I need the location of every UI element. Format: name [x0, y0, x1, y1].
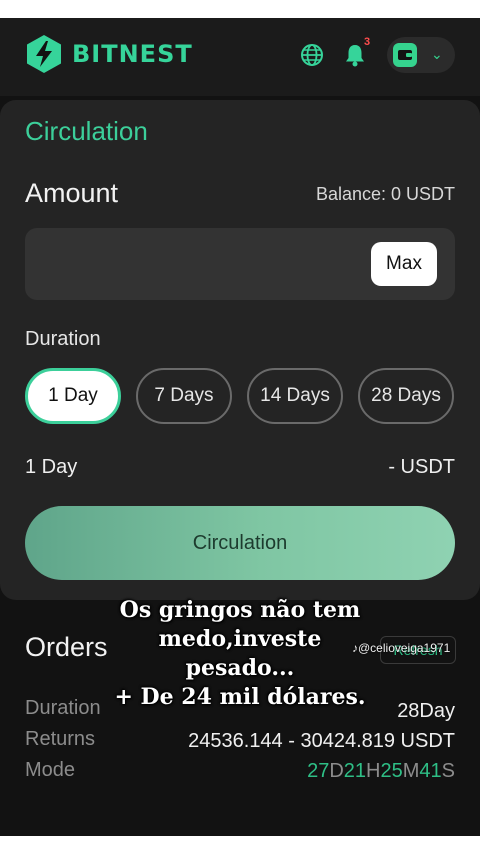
order-mode-countdown: 27D21H25M41S — [307, 760, 455, 783]
amount-input[interactable]: Max — [25, 228, 455, 300]
countdown-seconds: 41 — [419, 760, 442, 782]
countdown-days: 27 — [307, 760, 330, 782]
order-returns-label: Returns — [25, 728, 96, 750]
caption-line: Os gringos não tem — [119, 597, 361, 623]
bitnest-logo-icon — [27, 35, 61, 73]
duration-label: Duration — [25, 328, 101, 350]
order-mode-label: Mode — [25, 759, 76, 781]
circulation-button[interactable]: Circulation — [25, 506, 455, 580]
countdown-seconds-unit: S — [441, 760, 455, 782]
brand-name: BITNEST — [72, 40, 193, 68]
globe-icon[interactable] — [300, 43, 324, 67]
notification-badge: 3 — [364, 36, 371, 48]
estimated-return: - USDT — [388, 456, 455, 478]
chevron-down-icon[interactable]: ⌄ — [431, 46, 445, 64]
duration-option-28-days[interactable]: 28 Days — [358, 368, 454, 424]
app-screen: BITNEST 3 ⌄ Circulation Amount Balance: … — [0, 18, 480, 836]
duration-option-1-day[interactable]: 1 Day — [25, 368, 121, 424]
circulation-card: Circulation Amount Balance: 0 USDT Max D… — [0, 100, 480, 600]
caption-line: pesado... — [185, 655, 295, 681]
countdown-minutes-unit: M — [402, 760, 420, 782]
wallet-glyph-icon — [398, 50, 412, 60]
max-button[interactable]: Max — [371, 242, 437, 286]
wallet-menu[interactable]: ⌄ — [387, 37, 455, 73]
balance-text: Balance: 0 USDT — [315, 184, 455, 204]
order-returns-value: 24536.144 - 30424.819 USDT — [188, 730, 455, 752]
countdown-days-unit: D — [329, 760, 344, 782]
countdown-hours-unit: H — [366, 760, 381, 782]
bell-icon[interactable] — [344, 43, 366, 67]
duration-option-7-days[interactable]: 7 Days — [136, 368, 232, 424]
duration-option-14-days[interactable]: 14 Days — [247, 368, 343, 424]
wallet-icon — [393, 43, 417, 67]
caption-line: + De 24 mil dólares. — [114, 684, 366, 710]
section-title: Circulation — [25, 116, 148, 146]
top-bar: BITNEST 3 ⌄ — [0, 18, 480, 96]
selected-duration-summary: 1 Day — [25, 456, 78, 478]
amount-label: Amount — [25, 178, 119, 208]
countdown-minutes: 25 — [380, 760, 403, 782]
tiktok-watermark: ♪@celioveiga1971 — [352, 641, 450, 655]
tiktok-handle: @celioveiga1971 — [358, 641, 451, 655]
countdown-hours: 21 — [343, 760, 367, 782]
order-duration-value: 28Day — [397, 700, 455, 722]
